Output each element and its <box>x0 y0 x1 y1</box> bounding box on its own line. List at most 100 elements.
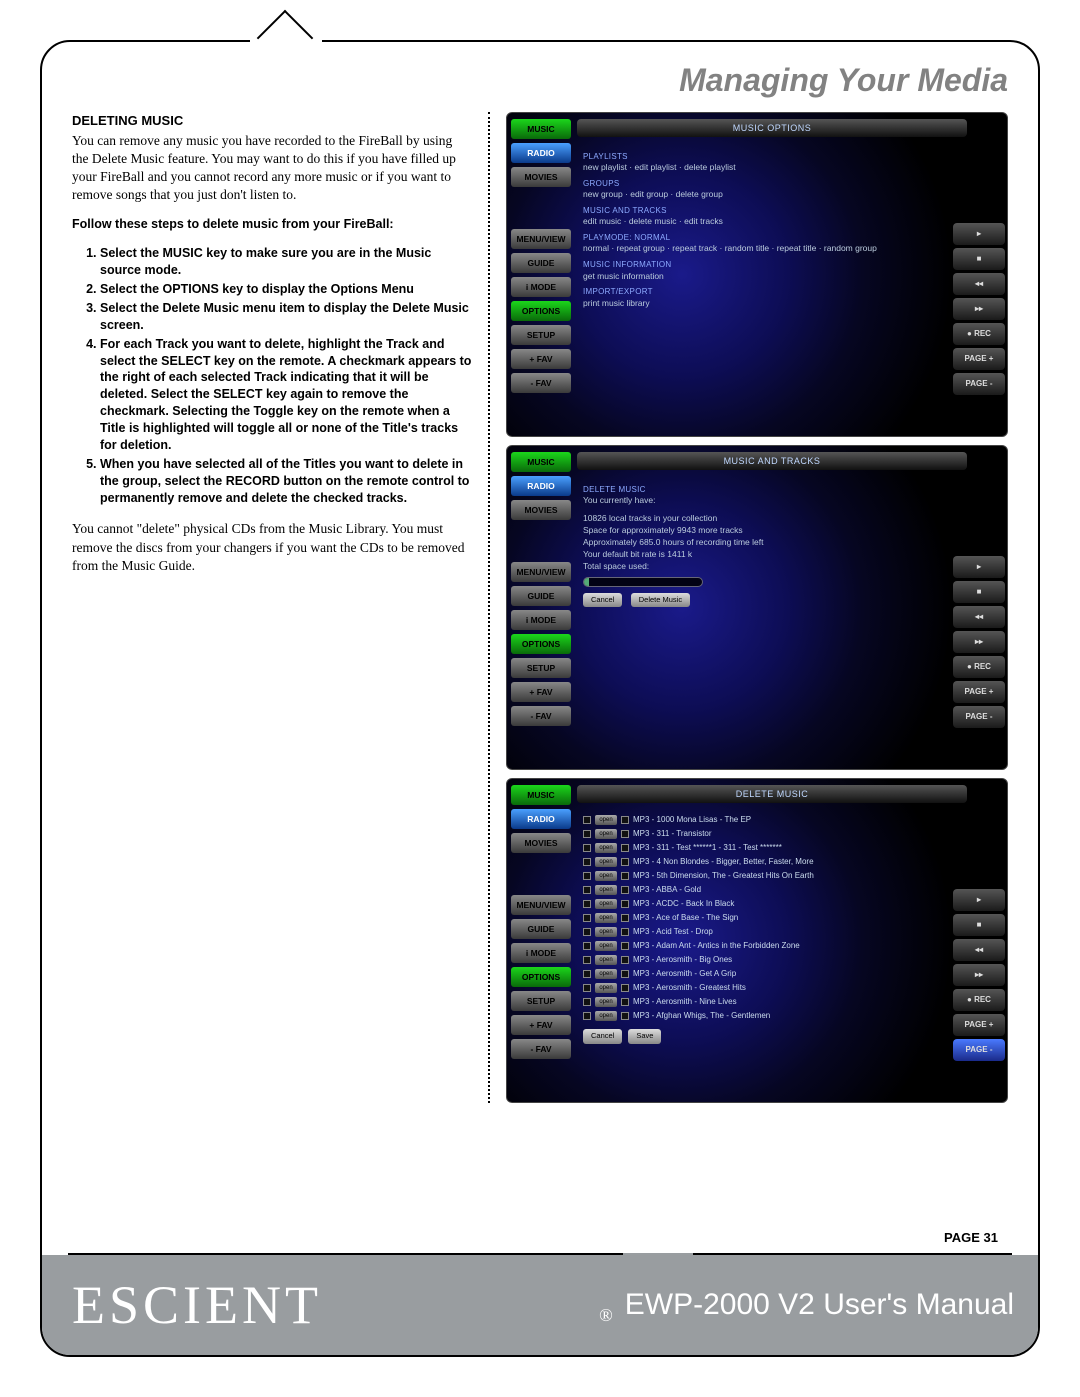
track-row[interactable]: openMP3 - Aerosmith - Big Ones <box>583 953 943 967</box>
rew-button[interactable]: ◂◂ <box>953 606 1005 628</box>
open-tag[interactable]: open <box>595 983 617 993</box>
stop-button[interactable]: ■ <box>953 581 1005 603</box>
favminus-button[interactable]: - FAV <box>511 373 571 393</box>
checkbox-icon[interactable] <box>621 858 629 866</box>
pageminus-button[interactable]: PAGE - <box>953 1039 1005 1061</box>
play-button[interactable]: ▸ <box>953 889 1005 911</box>
open-tag[interactable]: open <box>595 969 617 979</box>
guide-button[interactable]: GUIDE <box>511 253 571 273</box>
track-row[interactable]: openMP3 - Ace of Base - The Sign <box>583 911 943 925</box>
rew-button[interactable]: ◂◂ <box>953 273 1005 295</box>
movies-button[interactable]: MOVIES <box>511 833 571 853</box>
open-tag[interactable]: open <box>595 913 617 923</box>
track-row[interactable]: openMP3 - Afghan Whigs, The - Gentlemen <box>583 1009 943 1023</box>
checkbox-icon[interactable] <box>621 872 629 880</box>
checkbox-icon[interactable] <box>583 886 591 894</box>
pageminus-button[interactable]: PAGE - <box>953 373 1005 395</box>
setup-button[interactable]: SETUP <box>511 658 571 678</box>
open-tag[interactable]: open <box>595 941 617 951</box>
ff-button[interactable]: ▸▸ <box>953 298 1005 320</box>
favplus-button[interactable]: + FAV <box>511 1015 571 1035</box>
play-button[interactable]: ▸ <box>953 556 1005 578</box>
rew-button[interactable]: ◂◂ <box>953 939 1005 961</box>
stop-button[interactable]: ■ <box>953 914 1005 936</box>
pageplus-button[interactable]: PAGE + <box>953 681 1005 703</box>
open-tag[interactable]: open <box>595 829 617 839</box>
save-button[interactable]: Save <box>628 1029 661 1044</box>
favminus-button[interactable]: - FAV <box>511 706 571 726</box>
track-row[interactable]: openMP3 - ACDC - Back In Black <box>583 897 943 911</box>
movies-button[interactable]: MOVIES <box>511 167 571 187</box>
pageminus-button[interactable]: PAGE - <box>953 706 1005 728</box>
checkbox-icon[interactable] <box>621 1012 629 1020</box>
rec-button[interactable]: ● REC <box>953 989 1005 1011</box>
setup-button[interactable]: SETUP <box>511 991 571 1011</box>
rec-button[interactable]: ● REC <box>953 656 1005 678</box>
checkbox-icon[interactable] <box>621 928 629 936</box>
checkbox-icon[interactable] <box>583 858 591 866</box>
play-button[interactable]: ▸ <box>953 223 1005 245</box>
guide-button[interactable]: GUIDE <box>511 919 571 939</box>
guide-button[interactable]: GUIDE <box>511 586 571 606</box>
menuview-button[interactable]: MENU/VIEW <box>511 895 571 915</box>
ff-button[interactable]: ▸▸ <box>953 631 1005 653</box>
cancel-button[interactable]: Cancel <box>583 1029 622 1044</box>
checkbox-icon[interactable] <box>621 984 629 992</box>
open-tag[interactable]: open <box>595 955 617 965</box>
track-row[interactable]: openMP3 - 311 - Test ******1 - 311 - Tes… <box>583 841 943 855</box>
open-tag[interactable]: open <box>595 857 617 867</box>
checkbox-icon[interactable] <box>621 816 629 824</box>
checkbox-icon[interactable] <box>583 956 591 964</box>
checkbox-icon[interactable] <box>621 914 629 922</box>
favplus-button[interactable]: + FAV <box>511 349 571 369</box>
track-row[interactable]: openMP3 - Aerosmith - Greatest Hits <box>583 981 943 995</box>
track-row[interactable]: openMP3 - 311 - Transistor <box>583 827 943 841</box>
radio-button[interactable]: RADIO <box>511 476 571 496</box>
checkbox-icon[interactable] <box>621 942 629 950</box>
checkbox-icon[interactable] <box>621 886 629 894</box>
options-button[interactable]: OPTIONS <box>511 634 571 654</box>
setup-button[interactable]: SETUP <box>511 325 571 345</box>
checkbox-icon[interactable] <box>621 970 629 978</box>
checkbox-icon[interactable] <box>583 914 591 922</box>
checkbox-icon[interactable] <box>583 872 591 880</box>
ff-button[interactable]: ▸▸ <box>953 964 1005 986</box>
favplus-button[interactable]: + FAV <box>511 682 571 702</box>
checkbox-icon[interactable] <box>583 900 591 908</box>
track-row[interactable]: openMP3 - Aerosmith - Nine Lives <box>583 995 943 1009</box>
delete-music-button[interactable]: Delete Music <box>631 593 690 608</box>
checkbox-icon[interactable] <box>583 998 591 1006</box>
music-button[interactable]: MUSIC <box>511 785 571 805</box>
open-tag[interactable]: open <box>595 1011 617 1021</box>
imode-button[interactable]: i MODE <box>511 943 571 963</box>
options-button[interactable]: OPTIONS <box>511 967 571 987</box>
checkbox-icon[interactable] <box>583 1012 591 1020</box>
music-button[interactable]: MUSIC <box>511 119 571 139</box>
cancel-button[interactable]: Cancel <box>583 593 622 608</box>
checkbox-icon[interactable] <box>621 998 629 1006</box>
imode-button[interactable]: i MODE <box>511 610 571 630</box>
rec-button[interactable]: ● REC <box>953 323 1005 345</box>
options-button[interactable]: OPTIONS <box>511 301 571 321</box>
checkbox-icon[interactable] <box>621 830 629 838</box>
checkbox-icon[interactable] <box>621 844 629 852</box>
track-row[interactable]: openMP3 - ABBA - Gold <box>583 883 943 897</box>
checkbox-icon[interactable] <box>583 984 591 992</box>
track-row[interactable]: openMP3 - 1000 Mona Lisas - The EP <box>583 813 943 827</box>
imode-button[interactable]: i MODE <box>511 277 571 297</box>
radio-button[interactable]: RADIO <box>511 809 571 829</box>
open-tag[interactable]: open <box>595 899 617 909</box>
open-tag[interactable]: open <box>595 871 617 881</box>
stop-button[interactable]: ■ <box>953 248 1005 270</box>
track-row[interactable]: openMP3 - 5th Dimension, The - Greatest … <box>583 869 943 883</box>
checkbox-icon[interactable] <box>583 816 591 824</box>
pageplus-button[interactable]: PAGE + <box>953 348 1005 370</box>
open-tag[interactable]: open <box>595 885 617 895</box>
checkbox-icon[interactable] <box>583 844 591 852</box>
track-row[interactable]: openMP3 - Aerosmith - Get A Grip <box>583 967 943 981</box>
checkbox-icon[interactable] <box>583 928 591 936</box>
open-tag[interactable]: open <box>595 997 617 1007</box>
open-tag[interactable]: open <box>595 927 617 937</box>
favminus-button[interactable]: - FAV <box>511 1039 571 1059</box>
open-tag[interactable]: open <box>595 815 617 825</box>
